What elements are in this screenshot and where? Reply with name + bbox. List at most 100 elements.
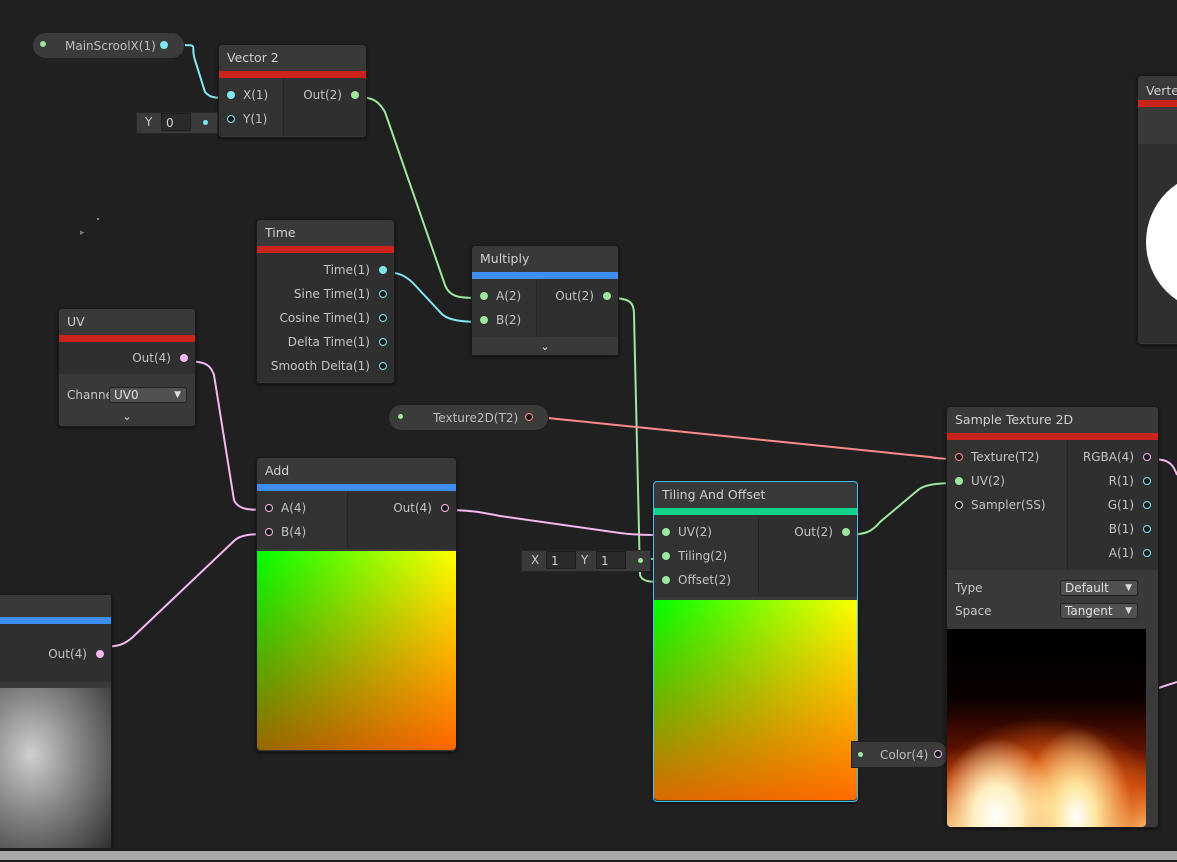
vector2-in-y[interactable]: Y(1) <box>225 107 267 131</box>
port-dot[interactable] <box>662 528 670 536</box>
port-dot[interactable] <box>351 91 359 99</box>
type-dropdown[interactable]: Default ▼ <box>1060 580 1138 596</box>
vector2-in-x[interactable]: X(1) <box>225 83 268 107</box>
port-label: RGBA(4) <box>1082 450 1134 464</box>
shader-graph-canvas[interactable]: MainScroolX(1) Vector 2 X(1) Y(1) Out(2)… <box>0 0 1177 862</box>
x-input[interactable]: 1 <box>546 551 576 569</box>
mainscroll-out-port[interactable] <box>160 41 168 49</box>
port-dot[interactable] <box>379 266 387 274</box>
sample-in-sampler[interactable]: Sampler(SS) <box>953 493 1046 517</box>
sample-out-r[interactable]: R(1) <box>1109 469 1152 493</box>
left-node-out[interactable]: Out(4) <box>48 642 105 666</box>
sample-in-uv[interactable]: UV(2) <box>953 469 1005 493</box>
space-dropdown[interactable]: Tangent ▼ <box>1060 603 1138 619</box>
sample-out-g[interactable]: G(1) <box>1108 493 1152 517</box>
vector2-y-field[interactable]: Y 0 <box>136 112 218 134</box>
color-out-port[interactable] <box>934 750 942 758</box>
vector2-out[interactable]: Out(2) <box>303 83 360 107</box>
time-node[interactable]: Time Time(1) Sine Time(1) Cosine Time(1)… <box>256 219 395 384</box>
port-dot[interactable] <box>227 91 235 99</box>
port-dot[interactable] <box>1143 525 1151 533</box>
time-out-delta[interactable]: Delta Time(1) <box>288 330 388 354</box>
port-dot[interactable] <box>480 316 488 324</box>
tiling-xy-field[interactable]: X 1 Y 1 <box>521 550 651 572</box>
tiling-in-uv[interactable]: UV(2) <box>660 520 712 544</box>
tiling-in-offset[interactable]: Offset(2) <box>660 568 731 592</box>
sample-in-texture[interactable]: Texture(T2) <box>953 445 1039 469</box>
small-dot-mark <box>97 218 99 220</box>
port-dot[interactable] <box>603 292 611 300</box>
port-label: Out(2) <box>303 88 342 102</box>
tiling-field-port[interactable] <box>638 558 643 563</box>
texture2d-out-port[interactable] <box>525 413 533 421</box>
y-input[interactable]: 1 <box>596 551 626 569</box>
property-left-port[interactable] <box>398 414 403 419</box>
port-dot[interactable] <box>379 290 387 298</box>
port-label: Y(1) <box>243 112 268 126</box>
tiling-in-tiling[interactable]: Tiling(2) <box>660 544 727 568</box>
port-dot[interactable] <box>1143 453 1151 461</box>
vector2-node[interactable]: Vector 2 X(1) Y(1) Out(2) <box>218 44 367 138</box>
port-dot[interactable] <box>96 650 104 658</box>
add-in-a[interactable]: A(4) <box>263 496 306 520</box>
multiply-expand-chevron-icon[interactable]: ⌄ <box>472 339 618 355</box>
multiply-in-a[interactable]: A(2) <box>478 284 521 308</box>
add-node[interactable]: Add A(4) B(4) Out(4) <box>256 457 457 752</box>
uv-node[interactable]: UV Out(4) Channe UV0 ▼ ⌄ <box>58 308 196 427</box>
sample-out-a[interactable]: A(1) <box>1109 541 1152 565</box>
add-in-b[interactable]: B(4) <box>263 520 306 544</box>
port-dot[interactable] <box>955 453 963 461</box>
port-dot[interactable] <box>1143 549 1151 557</box>
tiling-preview-image <box>654 600 857 800</box>
sample-title: Sample Texture 2D <box>947 407 1158 433</box>
left-node-body: Out(4) <box>0 624 111 682</box>
y-field-input[interactable]: 0 <box>161 113 191 131</box>
port-dot[interactable] <box>227 115 235 123</box>
port-dot[interactable] <box>180 354 188 362</box>
port-dot[interactable] <box>441 504 449 512</box>
port-dot[interactable] <box>1143 477 1151 485</box>
port-dot[interactable] <box>379 314 387 322</box>
port-dot[interactable] <box>955 501 963 509</box>
scrollbar-thumb[interactable] <box>0 851 1177 860</box>
port-label: Sine Time(1) <box>293 287 370 301</box>
multiply-node[interactable]: Multiply A(2) B(2) Out(2) ⌄ <box>471 245 619 356</box>
mainscroll-property-node[interactable]: MainScroolX(1) <box>32 32 185 59</box>
vertex-node-partial[interactable]: Verte <box>1137 75 1177 345</box>
time-out-cosine[interactable]: Cosine Time(1) <box>280 306 388 330</box>
port-label: X(1) <box>243 88 269 102</box>
uv-out[interactable]: Out(4) <box>132 346 189 370</box>
uv-expand-chevron-icon[interactable]: ⌄ <box>59 409 195 425</box>
property-left-port[interactable] <box>40 41 46 47</box>
time-out-sine[interactable]: Sine Time(1) <box>294 282 388 306</box>
tiling-out[interactable]: Out(2) <box>794 520 851 544</box>
port-dot[interactable] <box>842 528 850 536</box>
port-dot[interactable] <box>379 362 387 370</box>
port-dot[interactable] <box>662 552 670 560</box>
port-dot[interactable] <box>480 292 488 300</box>
port-dot[interactable] <box>662 576 670 584</box>
time-out-smooth-delta[interactable]: Smooth Delta(1) <box>271 354 388 378</box>
add-out[interactable]: Out(4) <box>393 496 450 520</box>
port-dot[interactable] <box>265 504 273 512</box>
port-dot[interactable] <box>379 338 387 346</box>
port-dot[interactable] <box>1143 501 1151 509</box>
y-field-label: Y <box>145 115 153 129</box>
caret-down-icon: ▼ <box>1125 583 1132 593</box>
sample-out-b[interactable]: B(1) <box>1109 517 1152 541</box>
port-dot[interactable] <box>955 477 963 485</box>
port-dot[interactable] <box>265 528 273 536</box>
time-out-time[interactable]: Time(1) <box>324 258 388 282</box>
channel-dropdown[interactable]: UV0 ▼ <box>109 387 187 403</box>
y-field-port[interactable] <box>203 120 208 125</box>
color-left-port[interactable] <box>858 752 863 757</box>
multiply-in-b[interactable]: B(2) <box>478 308 521 332</box>
left-partial-node[interactable]: Out(4) <box>0 594 112 856</box>
sample-out-rgba[interactable]: RGBA(4) <box>1083 445 1152 469</box>
sample-texture-2d-node[interactable]: Sample Texture 2D Texture(T2) UV(2) Samp… <box>946 406 1159 828</box>
texture2d-property-node[interactable]: Texture2D(T2) <box>388 404 549 431</box>
color-property-node[interactable]: Color(4) <box>851 741 949 768</box>
multiply-out[interactable]: Out(2) <box>555 284 612 308</box>
tiling-and-offset-node[interactable]: Tiling And Offset UV(2) Tiling(2) Offset… <box>653 481 858 802</box>
horizontal-scrollbar[interactable] <box>0 848 1177 862</box>
